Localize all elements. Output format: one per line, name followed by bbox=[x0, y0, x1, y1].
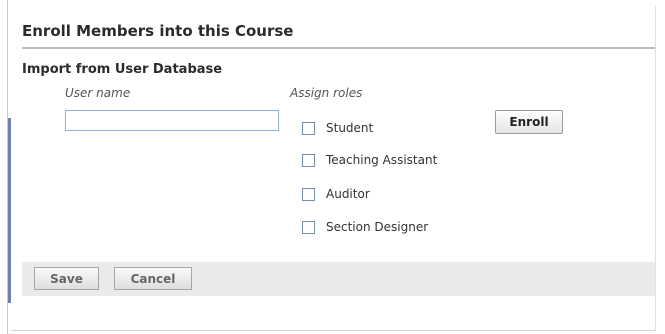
title-divider bbox=[22, 47, 655, 49]
save-button[interactable]: Save bbox=[34, 267, 99, 290]
cancel-button[interactable]: Cancel bbox=[114, 267, 192, 290]
username-input[interactable] bbox=[65, 110, 279, 131]
role-label-student: Student bbox=[326, 121, 374, 135]
section-designer-checkbox[interactable] bbox=[302, 220, 315, 234]
role-label-teaching-assistant: Teaching Assistant bbox=[326, 153, 438, 167]
role-auditor[interactable]: Auditor bbox=[302, 185, 370, 203]
enroll-button[interactable]: Enroll bbox=[495, 110, 563, 134]
student-checkbox[interactable] bbox=[302, 121, 315, 135]
role-label-section-designer: Section Designer bbox=[326, 220, 429, 234]
import-section-title: Import from User Database bbox=[22, 62, 223, 77]
assign-roles-label: Assign roles bbox=[290, 86, 363, 100]
role-student[interactable]: Student bbox=[302, 119, 373, 137]
role-teaching-assistant[interactable]: Teaching Assistant bbox=[302, 151, 437, 169]
username-label: User name bbox=[65, 86, 131, 100]
role-label-auditor: Auditor bbox=[326, 187, 370, 201]
auditor-checkbox[interactable] bbox=[302, 187, 315, 201]
panel-title: Enroll Members into this Course bbox=[22, 22, 294, 40]
role-section-designer[interactable]: Section Designer bbox=[302, 218, 428, 236]
teaching-assistant-checkbox[interactable] bbox=[302, 153, 315, 167]
